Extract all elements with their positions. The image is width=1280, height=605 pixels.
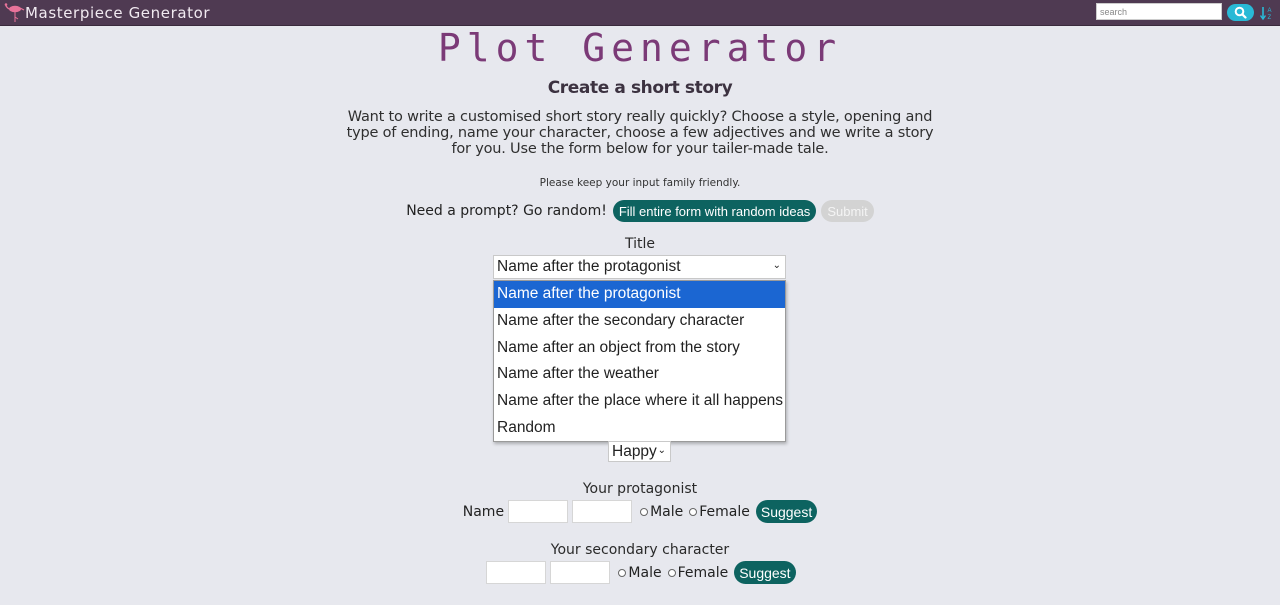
- protagonist-suggest-button[interactable]: Suggest: [755, 500, 818, 523]
- page-subtitle: Create a short story: [547, 78, 733, 98]
- radio-circle-icon: [640, 507, 649, 516]
- chevron-down-icon: ⌄: [657, 445, 666, 456]
- title-field-label: Title: [624, 236, 655, 252]
- dropdown-option[interactable]: Name after the secondary character: [494, 308, 785, 335]
- dropdown-option[interactable]: Name after the place where it all happen…: [494, 388, 785, 415]
- search-input[interactable]: [1096, 3, 1222, 20]
- protagonist-female-radio[interactable]: Female: [689, 504, 750, 520]
- brand-link[interactable]: Masterpiece Generator: [3, 2, 210, 24]
- protagonist-row: Name Male Female Suggest: [0, 500, 1280, 523]
- brand-name: Masterpiece Generator: [25, 4, 211, 22]
- top-navbar: Masterpiece Generator A Z: [0, 0, 1280, 26]
- dropdown-option[interactable]: Random: [494, 415, 785, 442]
- submit-button[interactable]: Submit: [821, 200, 874, 222]
- page-title: Plot Generator: [437, 26, 843, 70]
- protagonist-last-name-input[interactable]: [572, 500, 633, 523]
- mood-select-value: Happy: [612, 442, 657, 460]
- search-button[interactable]: [1227, 4, 1254, 21]
- protagonist-male-radio[interactable]: Male: [640, 504, 683, 520]
- title-select-value: Name after the protagonist: [497, 258, 681, 275]
- dropdown-option[interactable]: Name after an object from the story: [494, 335, 785, 362]
- secondary-female-radio[interactable]: Female: [667, 564, 729, 581]
- secondary-character-label: Your secondary character: [550, 542, 730, 558]
- secondary-first-name-input[interactable]: [486, 561, 547, 584]
- name-label: Name: [462, 503, 505, 520]
- secondary-male-radio[interactable]: Male: [618, 564, 662, 581]
- radio-circle-icon: [618, 568, 627, 577]
- dropdown-option[interactable]: Name after the protagonist: [494, 281, 785, 308]
- title-dropdown-list: Name after the protagonist Name after th…: [493, 280, 786, 442]
- title-select[interactable]: Name after the protagonist ⌄: [493, 255, 786, 279]
- radio-circle-icon: [667, 568, 676, 577]
- radio-label: Male: [650, 503, 684, 520]
- radio-circle-icon: [689, 507, 698, 516]
- radio-label: Female: [677, 564, 729, 581]
- flamingo-logo-icon: [4, 3, 25, 22]
- svg-text:A: A: [1268, 8, 1272, 14]
- mood-select[interactable]: Happy ⌄: [608, 441, 671, 462]
- random-prompt-row: Need a prompt? Go random! Fill entire fo…: [0, 200, 1280, 222]
- dropdown-option[interactable]: Name after the weather: [494, 361, 785, 388]
- svg-text:Z: Z: [1268, 15, 1272, 21]
- chevron-down-icon: ⌄: [772, 260, 781, 271]
- secondary-last-name-input[interactable]: [550, 561, 611, 584]
- sort-alpha-icon[interactable]: A Z: [1259, 5, 1274, 21]
- protagonist-label: Your protagonist: [582, 481, 698, 497]
- random-prompt-label: Need a prompt? Go random!: [406, 203, 607, 219]
- magnifier-icon: [1234, 6, 1247, 19]
- intro-text: Want to write a customised short story r…: [346, 109, 934, 157]
- secondary-character-row: Male Female Suggest: [0, 561, 1280, 584]
- radio-label: Male: [628, 564, 662, 581]
- fill-random-button[interactable]: Fill entire form with random ideas: [612, 200, 817, 222]
- radio-label: Female: [699, 503, 750, 520]
- family-friendly-notice: Please keep your input family friendly.: [539, 177, 741, 189]
- protagonist-first-name-input[interactable]: [508, 500, 569, 523]
- secondary-suggest-button[interactable]: Suggest: [734, 561, 796, 584]
